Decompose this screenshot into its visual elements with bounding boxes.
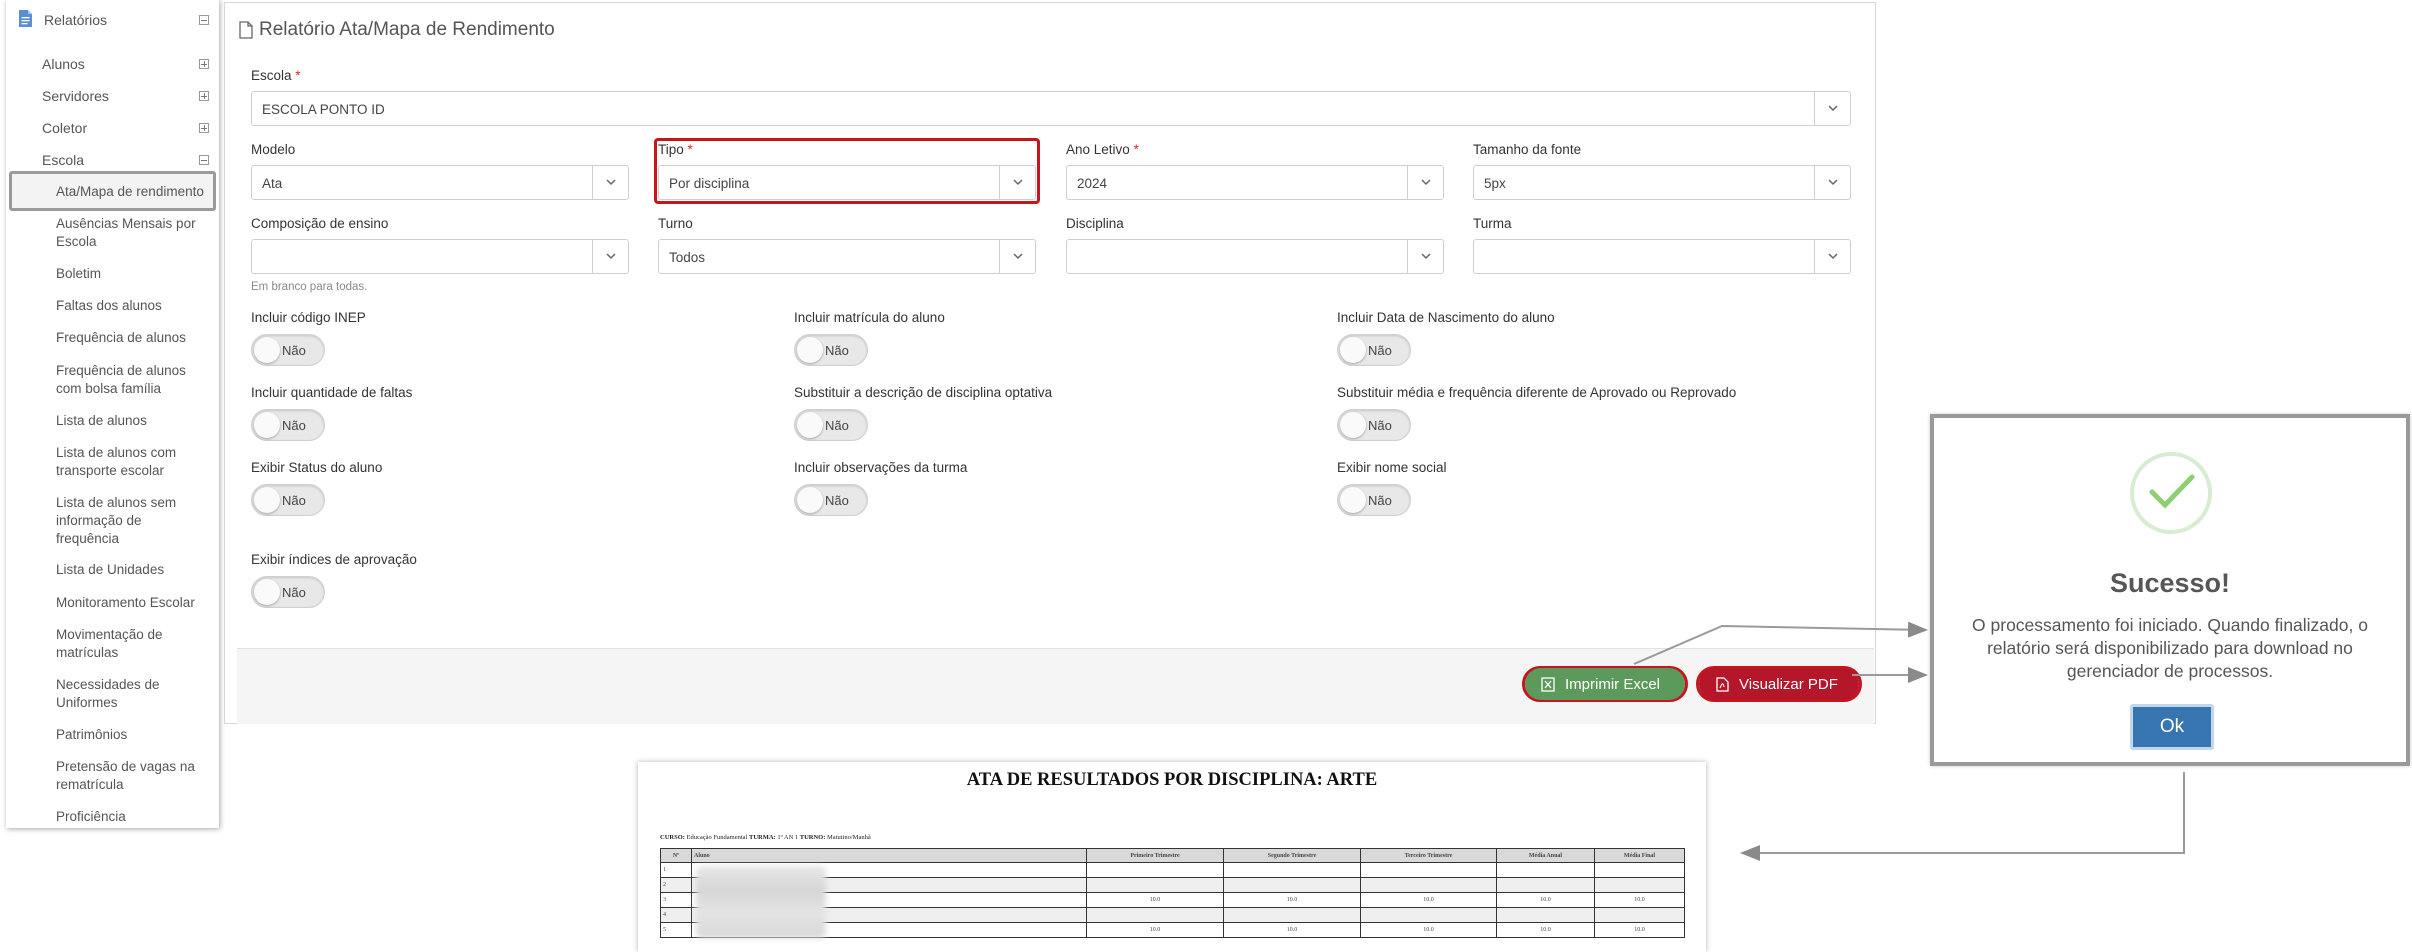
sidebar-group-coletor[interactable]: Coletor — [42, 120, 87, 136]
escola-select[interactable]: ESCOLA PONTO ID — [251, 91, 1851, 126]
composicao-hint: Em branco para todas. — [251, 281, 368, 293]
toggle-label-optativa: Substituir a descrição de disciplina opt… — [794, 385, 1053, 400]
excel-file-icon — [1541, 677, 1555, 692]
collapse-icon[interactable] — [199, 15, 209, 25]
ano-letivo-label: Ano Letivo * — [1066, 142, 1139, 157]
chevron-down-icon[interactable] — [1814, 166, 1850, 199]
sidebar-item-movimentacao[interactable]: Movimentação de matrículas — [56, 626, 206, 662]
toggle-label-indices: Exibir índices de aprovação — [251, 552, 417, 567]
toggle-label-faltas: Incluir quantidade de faltas — [251, 385, 413, 400]
sidebar-item-frequencia-bolsa[interactable]: Frequência de alunos com bolsa família — [56, 362, 206, 398]
tamanho-fonte-label: Tamanho da fonte — [1473, 142, 1582, 157]
sidebar-item-lista-alunos[interactable]: Lista de alunos — [56, 412, 206, 430]
report-form-panel: Relatório Ata/Mapa de Rendimento Escola … — [224, 2, 1876, 724]
chevron-down-icon[interactable] — [592, 240, 628, 273]
toggle-faltas[interactable]: Não — [251, 409, 325, 441]
modal-message: O processamento foi iniciado. Quando fin… — [1972, 615, 2368, 681]
sidebar-item-monitoramento[interactable]: Monitoramento Escolar — [56, 594, 206, 612]
sidebar-item-ata-mapa[interactable]: Ata/Mapa de rendimento — [56, 183, 226, 201]
ano-letivo-select[interactable]: 2024 — [1066, 165, 1444, 200]
report-title: ATA DE RESULTADOS POR DISCIPLINA: ARTE — [966, 770, 1378, 790]
composicao-label: Composição de ensino — [251, 216, 389, 231]
toggle-status[interactable]: Não — [251, 484, 325, 516]
sidebar-item-boletim[interactable]: Boletim — [56, 265, 206, 283]
sidebar-item-ausencias[interactable]: Ausências Mensais por Escola — [56, 215, 206, 251]
toggle-label-matricula: Incluir matrícula do aluno — [794, 310, 945, 325]
modelo-label: Modelo — [251, 142, 296, 157]
escola-label: Escola * — [251, 68, 301, 83]
turma-label: Turma — [1473, 216, 1512, 231]
sidebar: Relatórios Alunos Servidores Coletor Esc… — [6, 0, 219, 828]
sidebar-header-relatorios[interactable]: Relatórios — [6, 6, 219, 34]
turno-label: Turno — [658, 216, 693, 231]
disciplina-label: Disciplina — [1066, 216, 1124, 231]
sidebar-group-escola[interactable]: Escola — [42, 152, 84, 168]
report-meta: CURSO: Educação Fundamental TURMA: 1º AN… — [660, 834, 871, 841]
toggle-label-observacoes: Incluir observações da turma — [794, 460, 968, 475]
expand-icon[interactable] — [199, 91, 209, 101]
tamanho-fonte-select[interactable]: 5px — [1473, 165, 1851, 200]
redacted-names — [696, 866, 826, 938]
toggle-nome-social[interactable]: Não — [1337, 484, 1411, 516]
sidebar-item-uniformes[interactable]: Necessidades de Uniformes — [56, 676, 206, 712]
sidebar-header-label: Relatórios — [44, 12, 108, 28]
page-title: Relatório Ata/Mapa de Rendimento — [259, 19, 555, 40]
toggle-label-nome-social: Exibir nome social — [1337, 460, 1447, 475]
success-check-icon — [2130, 452, 2212, 534]
sidebar-item-unidades[interactable]: Lista de Unidades — [56, 561, 206, 579]
disciplina-select[interactable] — [1066, 239, 1444, 274]
visualizar-pdf-button[interactable]: Visualizar PDF — [1699, 668, 1859, 700]
success-modal: Sucesso! O processamento foi iniciado. Q… — [1930, 414, 2410, 766]
toggle-observacoes[interactable]: Não — [794, 484, 868, 516]
arrow-modal-to-report — [1740, 772, 2185, 861]
chevron-down-icon[interactable] — [999, 240, 1035, 273]
report-header-row: Nº Aluno Primeiro Trimestre Segundo Trim… — [660, 848, 1685, 863]
toggle-label-substituir-media: Substituir média e frequência diferente … — [1337, 385, 1737, 400]
sidebar-item-transporte[interactable]: Lista de alunos com transporte escolar — [56, 444, 206, 480]
pdf-file-icon — [1716, 677, 1729, 692]
sidebar-item-proficiencia[interactable]: Proficiência — [56, 808, 206, 826]
chevron-down-icon[interactable] — [1814, 92, 1850, 125]
ok-button[interactable]: Ok — [2130, 704, 2214, 750]
chevron-down-icon[interactable] — [592, 166, 628, 199]
tipo-highlight — [654, 138, 1040, 204]
report-doc-icon — [19, 10, 32, 27]
toggle-nascimento[interactable]: Não — [1337, 334, 1411, 366]
toggle-indices[interactable]: Não — [251, 576, 325, 608]
toggle-matricula[interactable]: Não — [794, 334, 868, 366]
toggle-inep[interactable]: Não — [251, 334, 325, 366]
chevron-down-icon[interactable] — [1407, 166, 1443, 199]
sidebar-group-servidores[interactable]: Servidores — [42, 88, 109, 104]
toggle-label-inep: Incluir código INEP — [251, 310, 366, 325]
toggle-substituir-media[interactable]: Não — [1337, 409, 1411, 441]
sidebar-item-rematricula[interactable]: Pretensão de vagas na rematrícula — [56, 758, 206, 794]
turno-select[interactable]: Todos — [658, 239, 1036, 274]
chevron-down-icon[interactable] — [1814, 240, 1850, 273]
expand-icon[interactable] — [199, 123, 209, 133]
composicao-select[interactable] — [251, 239, 629, 274]
expand-icon[interactable] — [199, 59, 209, 69]
toggle-label-nascimento: Incluir Data de Nascimento do aluno — [1337, 310, 1555, 325]
sidebar-item-sem-frequencia[interactable]: Lista de alunos sem informação de frequê… — [56, 494, 206, 548]
sidebar-item-frequencia[interactable]: Frequência de alunos — [56, 329, 206, 347]
imprimir-excel-button[interactable]: Imprimir Excel — [1525, 668, 1685, 700]
sidebar-item-patrimonios[interactable]: Patrimônios — [56, 726, 206, 744]
toggle-optativa[interactable]: Não — [794, 409, 868, 441]
sidebar-group-alunos[interactable]: Alunos — [42, 56, 85, 72]
modal-title: Sucesso! — [2109, 568, 2231, 598]
sidebar-item-faltas[interactable]: Faltas dos alunos — [56, 297, 206, 315]
toggle-label-status: Exibir Status do aluno — [251, 460, 383, 475]
modelo-select[interactable]: Ata — [251, 165, 629, 200]
turma-select[interactable] — [1473, 239, 1851, 274]
collapse-icon[interactable] — [199, 155, 209, 165]
document-icon — [239, 21, 253, 39]
form-footer: Imprimir Excel Visualizar PDF — [237, 648, 1874, 724]
report-preview: ATA DE RESULTADOS POR DISCIPLINA: ARTE C… — [638, 762, 1706, 952]
chevron-down-icon[interactable] — [1407, 240, 1443, 273]
